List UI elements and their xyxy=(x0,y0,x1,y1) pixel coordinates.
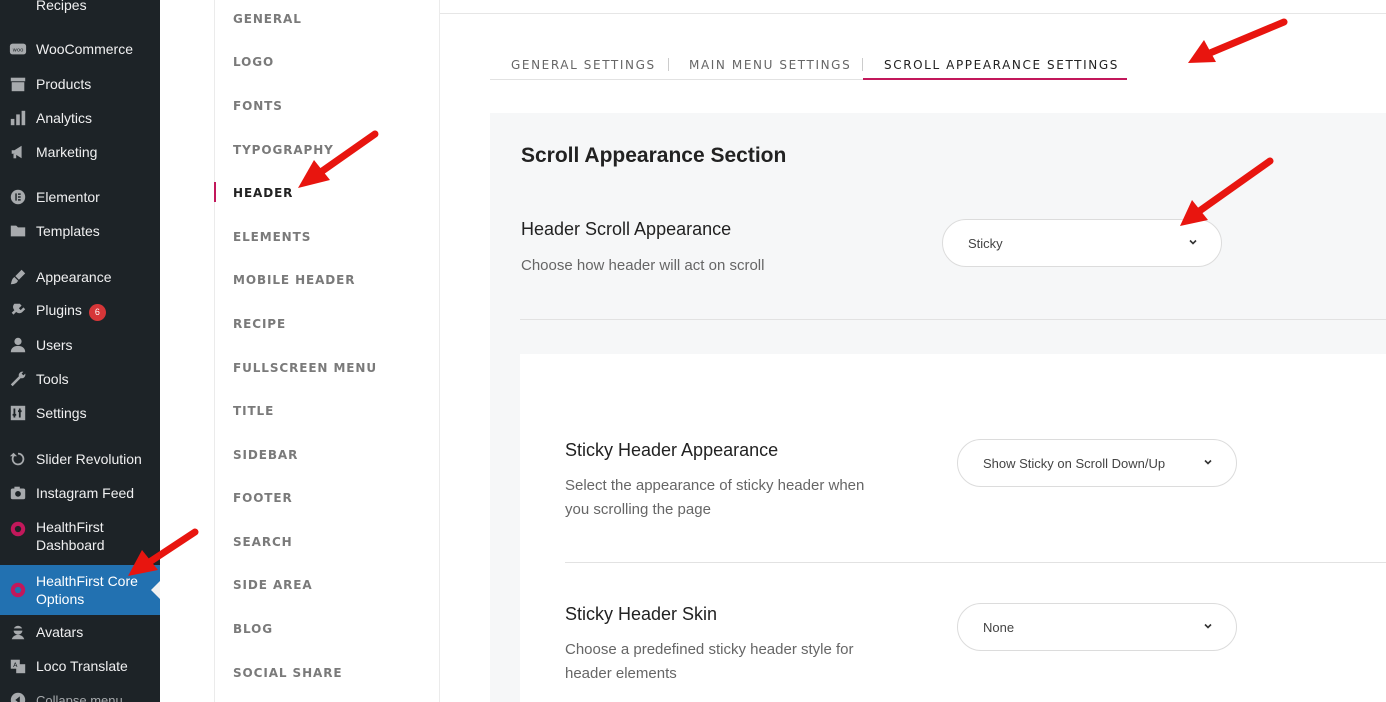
nav-typography[interactable]: TYPOGRAPHY xyxy=(233,143,334,157)
selected-value: Sticky xyxy=(968,235,1003,251)
users-icon xyxy=(0,336,36,354)
menu-item-products[interactable]: Products xyxy=(0,69,160,99)
collapse-menu-button[interactable]: Collapse menu xyxy=(0,685,160,702)
options-content: GENERAL SETTINGS MAIN MENU SETTINGS SCRO… xyxy=(440,0,1386,702)
wrench-icon xyxy=(0,370,36,388)
elementor-icon xyxy=(0,188,36,206)
nav-side-area[interactable]: SIDE AREA xyxy=(233,578,313,592)
active-menu-indicator xyxy=(151,581,160,599)
sticky-header-appearance-label: Sticky Header Appearance xyxy=(565,440,779,460)
nav-recipe[interactable]: RECIPE xyxy=(233,317,286,331)
woocommerce-icon: woo xyxy=(0,40,36,58)
scroll-appearance-section: Scroll Appearance Section Header Scroll … xyxy=(490,113,1386,702)
svg-text:woo: woo xyxy=(13,47,24,53)
menu-item-loco-translate[interactable]: A Loco Translate xyxy=(0,651,160,681)
menu-item-slider-revolution[interactable]: Slider Revolution xyxy=(0,444,160,474)
menu-item-marketing[interactable]: Marketing xyxy=(0,137,160,167)
healthfirst-icon xyxy=(0,520,36,538)
menu-item-avatars[interactable]: Avatars xyxy=(0,617,160,647)
nav-footer[interactable]: FOOTER xyxy=(233,491,293,505)
menu-item-users[interactable]: Users xyxy=(0,330,160,360)
tab-main-menu-settings[interactable]: MAIN MENU SETTINGS xyxy=(689,58,851,72)
nav-logo[interactable]: LOGO xyxy=(233,55,274,69)
header-scroll-appearance-desc: Choose how header will act on scroll xyxy=(521,257,765,274)
active-tab-underline xyxy=(863,78,1127,80)
menu-item-healthfirst-dashboard[interactable]: HealthFirst Dashboard xyxy=(0,518,160,556)
tab-general-settings[interactable]: GENERAL SETTINGS xyxy=(511,58,656,72)
menu-item-tools[interactable]: Tools xyxy=(0,364,160,394)
menu-item-appearance[interactable]: Appearance xyxy=(0,262,160,292)
nav-mobile-header[interactable]: MOBILE HEADER xyxy=(233,273,355,287)
menu-item-recipes[interactable]: Recipes xyxy=(0,0,160,20)
translate-icon: A xyxy=(0,657,36,675)
nav-fonts[interactable]: FONTS xyxy=(233,99,283,113)
megaphone-icon xyxy=(0,143,36,161)
nav-blog[interactable]: BLOG xyxy=(233,622,273,636)
nav-title[interactable]: TITLE xyxy=(233,404,274,418)
products-icon xyxy=(0,75,36,93)
sticky-header-skin-label: Sticky Header Skin xyxy=(565,604,718,624)
plugin-icon xyxy=(0,302,36,320)
analytics-icon xyxy=(0,109,36,127)
menu-item-plugins[interactable]: Plugins 6 xyxy=(0,296,160,326)
avatar-icon xyxy=(0,623,36,641)
sticky-header-appearance-select[interactable]: Show Sticky on Scroll Down/Up xyxy=(957,439,1237,487)
tab-scroll-appearance-settings[interactable]: SCROLL APPEARANCE SETTINGS xyxy=(884,58,1119,72)
selected-nav-indicator xyxy=(214,182,216,202)
nav-header[interactable]: HEADER xyxy=(233,186,293,200)
svg-text:A: A xyxy=(13,662,18,669)
menu-item-elementor[interactable]: Elementor xyxy=(0,182,160,212)
sticky-header-options-card: Sticky Header Appearance Select the appe… xyxy=(520,354,1386,702)
menu-item-settings[interactable]: Settings xyxy=(0,398,160,428)
sticky-header-skin-select[interactable]: None xyxy=(957,603,1237,651)
wp-admin-sidebar: Recipes woo WooCommerce Products Analyti… xyxy=(0,0,160,702)
menu-item-healthfirst-core-options[interactable]: HealthFirst Core Options xyxy=(0,565,160,615)
camera-icon xyxy=(0,484,36,502)
menu-item-woocommerce[interactable]: woo WooCommerce xyxy=(0,34,160,64)
settings-sliders-icon xyxy=(0,404,36,422)
nav-search[interactable]: SEARCH xyxy=(233,535,293,549)
chevron-down-icon xyxy=(1204,623,1212,629)
nav-general[interactable]: GENERAL xyxy=(233,12,302,26)
paintbrush-icon xyxy=(0,268,36,286)
sticky-header-appearance-desc-line1: Select the appearance of sticky header w… xyxy=(565,477,865,494)
selected-value: None xyxy=(983,619,1015,635)
nav-sidebar[interactable]: SIDEBAR xyxy=(233,448,298,462)
header-scroll-appearance-label: Header Scroll Appearance xyxy=(521,219,732,239)
nav-fullscreen-menu[interactable]: FULLSCREEN MENU xyxy=(233,361,377,375)
healthfirst-options-icon xyxy=(0,581,36,599)
slider-revolution-icon xyxy=(0,450,36,468)
menu-item-templates[interactable]: Templates xyxy=(0,216,160,246)
top-divider xyxy=(440,13,1386,14)
section-title: Scroll Appearance Section xyxy=(521,144,787,167)
sticky-header-skin-desc-line1: Choose a predefined sticky header style … xyxy=(565,641,854,658)
menu-item-instagram-feed[interactable]: Instagram Feed xyxy=(0,478,160,508)
screen: Recipes woo WooCommerce Products Analyti… xyxy=(0,0,1386,702)
nav-social-share[interactable]: SOCIAL SHARE xyxy=(233,666,342,680)
tab-separator xyxy=(668,58,669,71)
sticky-header-skin-desc-line2: header elements xyxy=(565,665,677,682)
content-gutter xyxy=(160,0,214,702)
header-scroll-appearance-select[interactable]: Sticky xyxy=(942,219,1222,267)
field-divider xyxy=(565,562,1386,563)
section-divider xyxy=(520,319,1386,320)
menu-item-analytics[interactable]: Analytics xyxy=(0,103,160,133)
nav-elements[interactable]: ELEMENTS xyxy=(233,230,311,244)
collapse-icon xyxy=(0,691,36,702)
tab-separator xyxy=(862,58,863,71)
chevron-down-icon xyxy=(1204,459,1212,465)
options-navigation: GENERAL LOGO FONTS TYPOGRAPHY HEADER ELE… xyxy=(214,0,440,702)
plugins-label: Plugins xyxy=(36,301,82,318)
sticky-header-appearance-desc-line2: you scrolling the page xyxy=(565,501,711,518)
settings-tabs: GENERAL SETTINGS MAIN MENU SETTINGS SCRO… xyxy=(490,44,1127,80)
plugins-update-badge: 6 xyxy=(88,303,106,321)
selected-value: Show Sticky on Scroll Down/Up xyxy=(983,455,1166,471)
folder-icon xyxy=(0,222,36,240)
chevron-down-icon xyxy=(1189,239,1197,245)
